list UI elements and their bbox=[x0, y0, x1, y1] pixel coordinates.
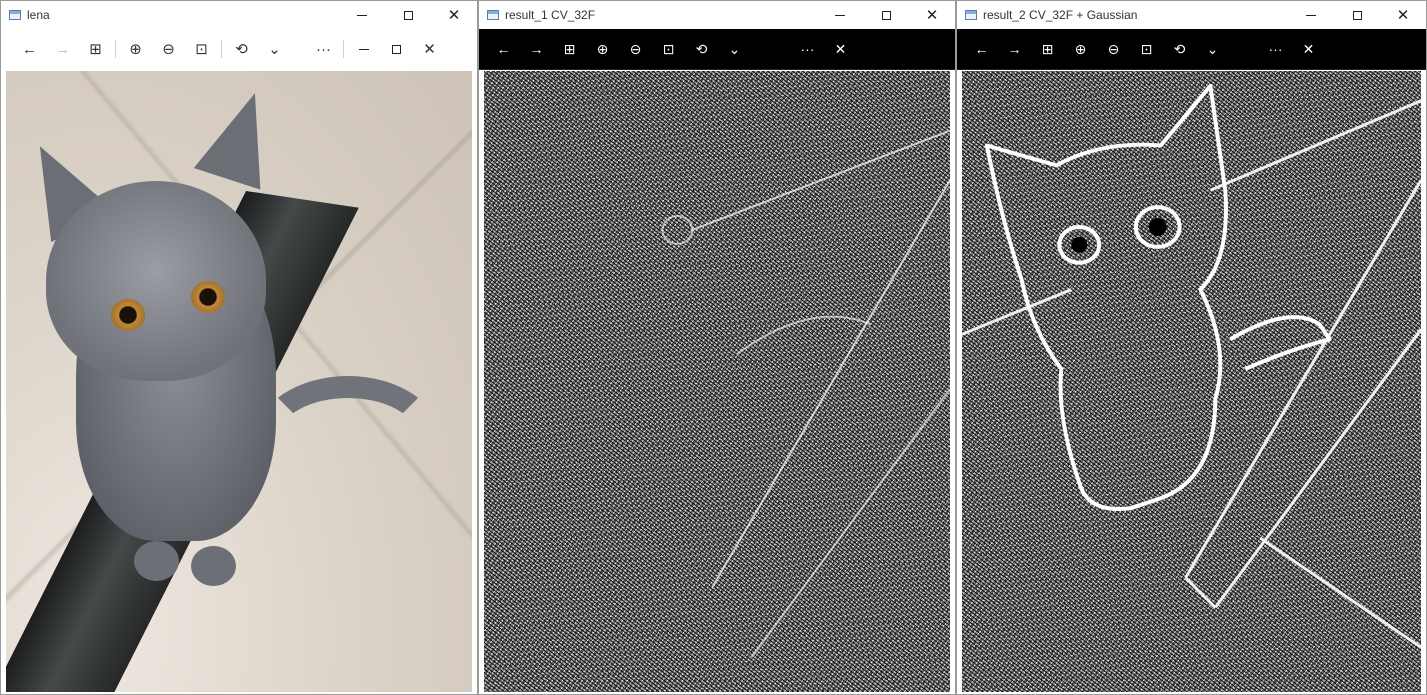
minimize-icon bbox=[1306, 14, 1316, 16]
rotate-icon[interactable]: ⟲ bbox=[1163, 35, 1196, 63]
image-viewport[interactable] bbox=[962, 71, 1421, 692]
image-viewport[interactable] bbox=[484, 71, 950, 692]
inner-maximize-icon[interactable] bbox=[380, 35, 413, 63]
app-icon bbox=[965, 10, 977, 20]
maximize-icon bbox=[881, 10, 891, 20]
back-icon[interactable]: ← bbox=[487, 35, 520, 63]
app-icon bbox=[9, 10, 21, 20]
image-toolbar: ← → ⊞ ⊕ ⊖ ⊡ ⟲ ⌄ ··· ✕ bbox=[1, 29, 477, 69]
inner-minimize-icon[interactable] bbox=[347, 35, 380, 63]
cat-head bbox=[46, 181, 266, 381]
zoom-in-icon[interactable]: ⊕ bbox=[586, 35, 619, 63]
close-icon: ✕ bbox=[1396, 6, 1410, 24]
maximize-button[interactable] bbox=[1334, 1, 1380, 29]
fit-to-window-icon[interactable]: ⊡ bbox=[185, 35, 218, 63]
zoom-in-icon[interactable]: ⊕ bbox=[1064, 35, 1097, 63]
cat-paw-right bbox=[191, 546, 236, 586]
forward-icon[interactable]: → bbox=[520, 35, 553, 63]
window-lena[interactable]: lena ✕ ← → ⊞ ⊕ ⊖ ⊡ ⟲ ⌄ ··· ✕ bbox=[0, 0, 478, 695]
more-icon[interactable]: ··· bbox=[791, 35, 824, 63]
window-result-2[interactable]: result_2 CV_32F + Gaussian ✕ ← → ⊞ ⊕ ⊖ ⊡… bbox=[956, 0, 1427, 695]
close-button[interactable]: ✕ bbox=[431, 1, 477, 29]
grid-icon[interactable]: ⊞ bbox=[79, 35, 112, 63]
zoom-out-icon[interactable]: ⊖ bbox=[152, 35, 185, 63]
maximize-icon bbox=[1352, 10, 1362, 20]
minimize-button[interactable] bbox=[1288, 1, 1334, 29]
maximize-icon bbox=[403, 10, 413, 20]
inner-close-icon[interactable]: ✕ bbox=[1292, 35, 1325, 63]
cat-edge-outline bbox=[962, 83, 1421, 649]
edge-outline bbox=[661, 129, 950, 658]
toolbar-divider bbox=[343, 40, 344, 58]
fit-to-window-icon[interactable]: ⊡ bbox=[652, 35, 685, 63]
grid-icon[interactable]: ⊞ bbox=[1031, 35, 1064, 63]
back-icon[interactable]: ← bbox=[13, 35, 46, 63]
close-icon: ✕ bbox=[447, 6, 461, 24]
grid-icon[interactable]: ⊞ bbox=[553, 35, 586, 63]
minimize-icon bbox=[357, 14, 367, 16]
chevron-down-icon[interactable]: ⌄ bbox=[718, 35, 751, 63]
cat-eye-left bbox=[111, 299, 145, 331]
title-bar[interactable]: lena ✕ bbox=[1, 1, 477, 29]
title-bar[interactable]: result_2 CV_32F + Gaussian ✕ bbox=[957, 1, 1426, 29]
window-title: result_2 CV_32F + Gaussian bbox=[983, 8, 1138, 22]
close-button[interactable]: ✕ bbox=[909, 1, 955, 29]
toolbar-divider bbox=[115, 40, 116, 58]
image-toolbar-filtered: ← → ⊞ ⊕ ⊖ ⊡ ⟲ ⌄ ··· ✕ bbox=[479, 29, 955, 70]
minimize-button[interactable] bbox=[817, 1, 863, 29]
window-title: result_1 CV_32F bbox=[505, 8, 596, 22]
zoom-in-icon[interactable]: ⊕ bbox=[119, 35, 152, 63]
window-result-1[interactable]: result_1 CV_32F ✕ ← → ⊞ ⊕ ⊖ ⊡ ⟲ ⌄ ··· ✕ bbox=[478, 0, 956, 695]
more-icon[interactable]: ··· bbox=[1259, 35, 1292, 63]
cat-paw-left bbox=[134, 541, 179, 581]
minimize-button[interactable] bbox=[339, 1, 385, 29]
toolbar-divider bbox=[221, 40, 222, 58]
forward-icon[interactable]: → bbox=[998, 35, 1031, 63]
inner-close-icon[interactable]: ✕ bbox=[413, 35, 446, 63]
inner-close-icon[interactable]: ✕ bbox=[824, 35, 857, 63]
rotate-icon[interactable]: ⟲ bbox=[225, 35, 258, 63]
fit-to-window-icon[interactable]: ⊡ bbox=[1130, 35, 1163, 63]
minimize-icon bbox=[835, 14, 845, 16]
window-title: lena bbox=[27, 8, 50, 22]
image-viewport[interactable] bbox=[6, 71, 472, 692]
app-icon bbox=[487, 10, 499, 20]
zoom-out-icon[interactable]: ⊖ bbox=[1097, 35, 1130, 63]
more-icon[interactable]: ··· bbox=[307, 35, 340, 63]
zoom-out-icon[interactable]: ⊖ bbox=[619, 35, 652, 63]
chevron-down-icon[interactable]: ⌄ bbox=[258, 35, 291, 63]
maximize-button[interactable] bbox=[385, 1, 431, 29]
cat-tail bbox=[256, 376, 440, 500]
close-button[interactable]: ✕ bbox=[1380, 1, 1426, 29]
image-toolbar-filtered: ← → ⊞ ⊕ ⊖ ⊡ ⟲ ⌄ ··· ✕ bbox=[957, 29, 1426, 70]
cat-eye-right bbox=[191, 281, 225, 313]
chevron-down-icon[interactable]: ⌄ bbox=[1196, 35, 1229, 63]
maximize-button[interactable] bbox=[863, 1, 909, 29]
forward-icon[interactable]: → bbox=[46, 35, 79, 63]
title-bar[interactable]: result_1 CV_32F ✕ bbox=[479, 1, 955, 29]
close-icon: ✕ bbox=[925, 6, 939, 24]
back-icon[interactable]: ← bbox=[965, 35, 998, 63]
rotate-icon[interactable]: ⟲ bbox=[685, 35, 718, 63]
